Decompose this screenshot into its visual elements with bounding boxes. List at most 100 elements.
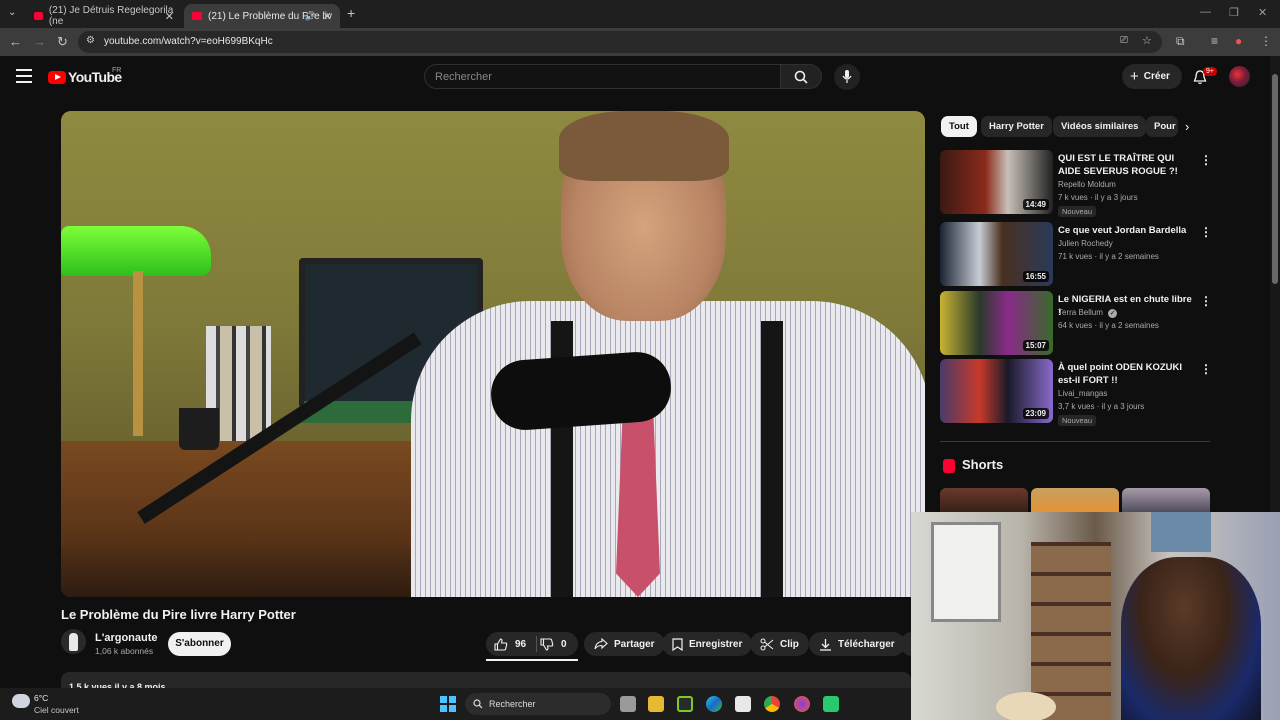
video-player[interactable]	[61, 111, 925, 597]
close-tab-icon[interactable]: ✕	[323, 10, 332, 23]
recommendation-item[interactable]: 14:49 QUI EST LE TRAÎTRE QUI AIDE SEVERU…	[940, 150, 1212, 217]
taskbar-search[interactable]: Rechercher	[465, 693, 611, 715]
chip-for-you[interactable]: Pour	[1146, 116, 1178, 137]
more-options-icon[interactable]: ⋮	[1200, 294, 1212, 308]
recommendation-item[interactable]: 15:07 Le NIGERIA est en chute libre ! Te…	[940, 291, 1212, 355]
scrollbar-thumb[interactable]	[1272, 74, 1278, 284]
search-input[interactable]: Rechercher	[424, 64, 781, 89]
channel-avatar[interactable]	[61, 629, 86, 654]
browser-menu-icon[interactable]: ⋮	[1260, 34, 1272, 48]
search-button[interactable]	[781, 64, 822, 89]
share-button[interactable]: Partager	[584, 632, 665, 656]
cast-icon[interactable]: ⎚	[1120, 35, 1128, 46]
chrome-icon[interactable]	[764, 696, 780, 712]
chip-harry-potter[interactable]: Harry Potter	[981, 116, 1052, 137]
extensions-icon[interactable]: ⧉	[1176, 34, 1185, 49]
recommendation-title: Ce que veut Jordan Bardella	[1058, 225, 1187, 236]
dislike-button[interactable]: 0	[540, 632, 578, 656]
video-frame-microphone	[488, 349, 674, 433]
windows-start-icon[interactable]	[440, 696, 456, 712]
clip-button[interactable]: Clip	[750, 632, 809, 656]
save-button[interactable]: Enregistrer	[662, 632, 753, 656]
more-options-icon[interactable]: ⋮	[1200, 362, 1212, 376]
browser-tab-2-active[interactable]: (21) Le Problème du Pire liv 🔊 ✕	[184, 4, 340, 28]
address-bar[interactable]: ⚙ youtube.com/watch?v=eoH699BKqHc ⎚ ☆	[78, 31, 1162, 53]
chips-next-icon[interactable]: ›	[1185, 119, 1189, 134]
account-avatar[interactable]	[1229, 66, 1250, 87]
more-options-icon[interactable]: ⋮	[1200, 225, 1212, 239]
video-thumbnail[interactable]: 14:49	[940, 150, 1053, 214]
new-tab-icon[interactable]: +	[347, 5, 355, 21]
minimize-icon[interactable]: —	[1200, 6, 1211, 18]
new-badge: Nouveau	[1058, 415, 1097, 426]
app-icon[interactable]	[823, 696, 839, 712]
back-icon[interactable]: ←	[9, 34, 22, 49]
weather-temperature[interactable]: 6°C	[34, 693, 48, 703]
video-thumbnail[interactable]: 23:09	[940, 359, 1053, 423]
recommendation-channel: Julien Rochedy	[1058, 239, 1113, 248]
nvidia-icon[interactable]	[677, 696, 693, 712]
video-duration: 23:09	[1022, 408, 1049, 419]
recommendation-channel: Repello Moldum	[1058, 180, 1116, 189]
edge-icon[interactable]	[706, 696, 722, 712]
forward-icon[interactable]: →	[33, 34, 46, 49]
more-options-icon[interactable]: ⋮	[1200, 153, 1212, 167]
dislike-count: 0	[561, 638, 567, 650]
hamburger-menu-icon[interactable]	[16, 69, 32, 83]
channel-name[interactable]: L'argonaute	[95, 632, 158, 644]
create-button[interactable]: + Créer	[1122, 64, 1182, 89]
profile-icon[interactable]: ●	[1235, 34, 1242, 48]
search-icon	[473, 699, 483, 709]
chip-similar-videos[interactable]: Vidéos similaires	[1053, 116, 1147, 137]
browser-tab-bar: ⌄ (21) Je Détruis Regelegorila (ne ✕ (21…	[0, 0, 1280, 28]
subscriber-count: 1,06 k abonnés	[95, 646, 154, 656]
recommendation-meta: 71 k vues · il y a 2 semaines	[1058, 252, 1159, 261]
like-button[interactable]: 96	[486, 632, 536, 656]
create-label: Créer	[1143, 71, 1170, 82]
voice-search-button[interactable]	[834, 64, 860, 90]
windows-taskbar: 6°C Ciel couvert Rechercher	[0, 688, 911, 720]
page-scrollbar[interactable]	[1270, 56, 1280, 516]
search-placeholder: Rechercher	[435, 71, 492, 83]
plus-icon: +	[1130, 68, 1139, 85]
video-thumbnail[interactable]: 16:55	[940, 222, 1053, 286]
video-thumbnail[interactable]: 15:07	[940, 291, 1053, 355]
shorts-heading: Shorts	[962, 457, 1004, 472]
store-icon[interactable]	[735, 696, 751, 712]
download-button[interactable]: Télécharger	[809, 632, 905, 656]
site-info-icon[interactable]: ⚙	[86, 35, 95, 46]
browser-tab-1[interactable]: (21) Je Détruis Regelegorila (ne ✕	[26, 4, 182, 28]
close-window-icon[interactable]: ✕	[1258, 6, 1267, 19]
sidebar-divider	[940, 441, 1210, 442]
youtube-logo[interactable]: YouTube	[48, 69, 122, 85]
reload-icon[interactable]: ↻	[57, 34, 68, 50]
region-code: FR	[112, 67, 122, 74]
shorts-logo-icon	[943, 459, 955, 473]
share-label: Partager	[614, 638, 655, 650]
subscribe-button[interactable]: S'abonner	[168, 632, 231, 656]
maximize-icon[interactable]: ❐	[1229, 6, 1239, 19]
video-frame-shirt	[411, 301, 925, 597]
tab-search-icon[interactable]: ⌄	[8, 7, 16, 18]
close-tab-icon[interactable]: ✕	[165, 10, 174, 23]
save-playlist-icon	[672, 637, 683, 651]
chip-all[interactable]: Tout	[941, 116, 977, 137]
video-title: Le Problème du Pire livre Harry Potter	[61, 607, 296, 622]
video-frame-hair	[559, 111, 729, 181]
like-divider	[536, 636, 537, 652]
task-view-icon[interactable]	[620, 696, 636, 712]
audio-playing-icon[interactable]: 🔊	[305, 11, 316, 22]
video-duration: 14:49	[1022, 199, 1049, 210]
media-controls-icon[interactable]: ≡	[1211, 34, 1218, 48]
thumbs-up-icon	[494, 637, 508, 651]
webcam-shelf	[1031, 542, 1111, 720]
recommendation-item[interactable]: 23:09 À quel point ODEN KOZUKI est-il FO…	[940, 359, 1212, 426]
recommendation-item[interactable]: 16:55 Ce que veut Jordan Bardella Julien…	[940, 222, 1212, 286]
file-explorer-icon[interactable]	[648, 696, 664, 712]
webcam-overlay	[911, 512, 1280, 720]
bookmark-star-icon[interactable]: ☆	[1142, 34, 1152, 47]
firefox-icon[interactable]	[794, 696, 810, 712]
weather-description[interactable]: Ciel couvert	[34, 705, 79, 715]
webcam-person	[1121, 557, 1261, 720]
weather-cloud-icon[interactable]	[12, 694, 30, 708]
